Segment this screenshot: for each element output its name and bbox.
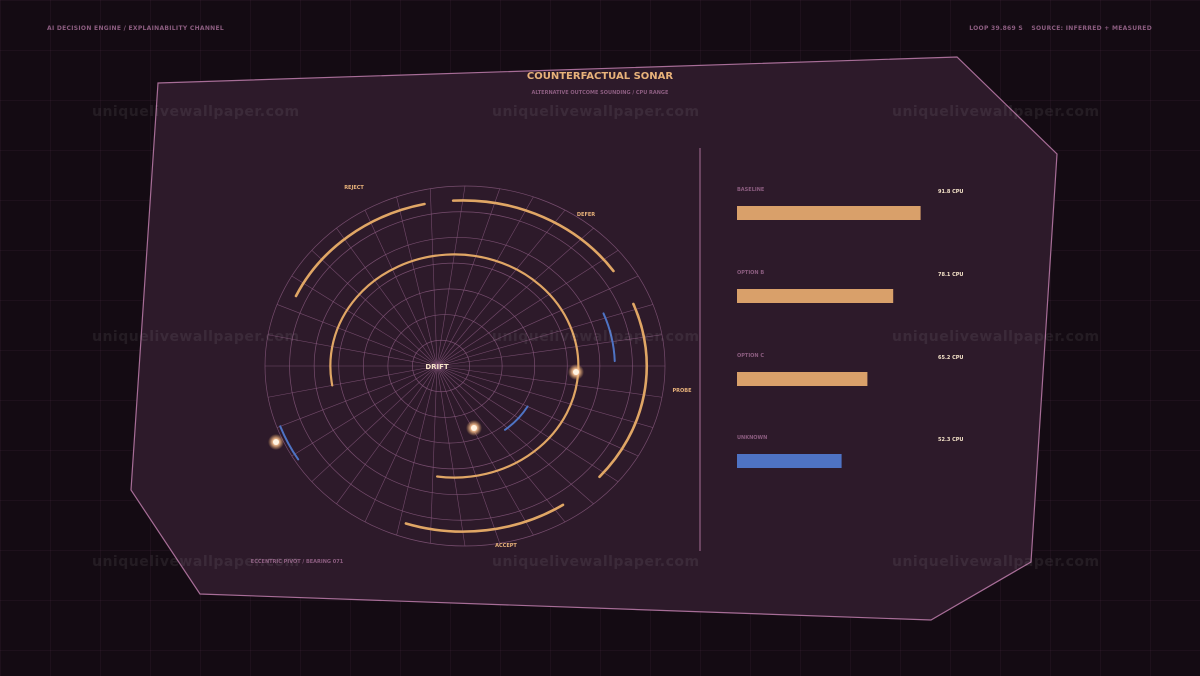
cpu-bar (737, 372, 868, 386)
watermark: uniquelivewallpaper.com (892, 104, 1100, 120)
bar-value: 52.3 CPU (938, 437, 963, 443)
cpu-bar (737, 289, 894, 303)
watermark: uniquelivewallpaper.com (892, 329, 1100, 345)
cpu-bar (737, 454, 842, 468)
watermark: uniquelivewallpaper.com (492, 104, 700, 120)
direction-label-accept: ACCEPT (495, 543, 517, 549)
watermark: uniquelivewallpaper.com (92, 554, 300, 570)
panel-title: COUNTERFACTUAL SONAR (527, 71, 673, 82)
bar-label: BASELINE (737, 187, 765, 193)
radar-center-label: DRIFT (425, 363, 449, 371)
watermark: uniquelivewallpaper.com (492, 329, 700, 345)
signal-marker-core (573, 369, 579, 375)
bar-value: 78.1 CPU (938, 272, 963, 278)
bar-label: OPTION B (737, 270, 764, 276)
direction-label-defer: DEFER (577, 212, 595, 218)
bar-label: UNKNOWN (737, 435, 767, 441)
bar-value: 65.2 CPU (938, 355, 963, 361)
direction-label-reject: REJECT (344, 185, 364, 191)
watermark: uniquelivewallpaper.com (492, 554, 700, 570)
bar-value: 91.8 CPU (938, 189, 963, 195)
panel-subtitle: ALTERNATIVE OUTCOME SOUNDING / CPU RANGE (532, 90, 669, 96)
direction-label-probe: PROBE (673, 388, 693, 394)
watermark: uniquelivewallpaper.com (92, 104, 300, 120)
watermark: uniquelivewallpaper.com (92, 329, 300, 345)
watermark: uniquelivewallpaper.com (892, 554, 1100, 570)
bar-label: OPTION C (737, 353, 764, 359)
signal-marker-core (471, 425, 477, 431)
signal-marker-core (273, 439, 279, 445)
cpu-bar (737, 206, 921, 220)
